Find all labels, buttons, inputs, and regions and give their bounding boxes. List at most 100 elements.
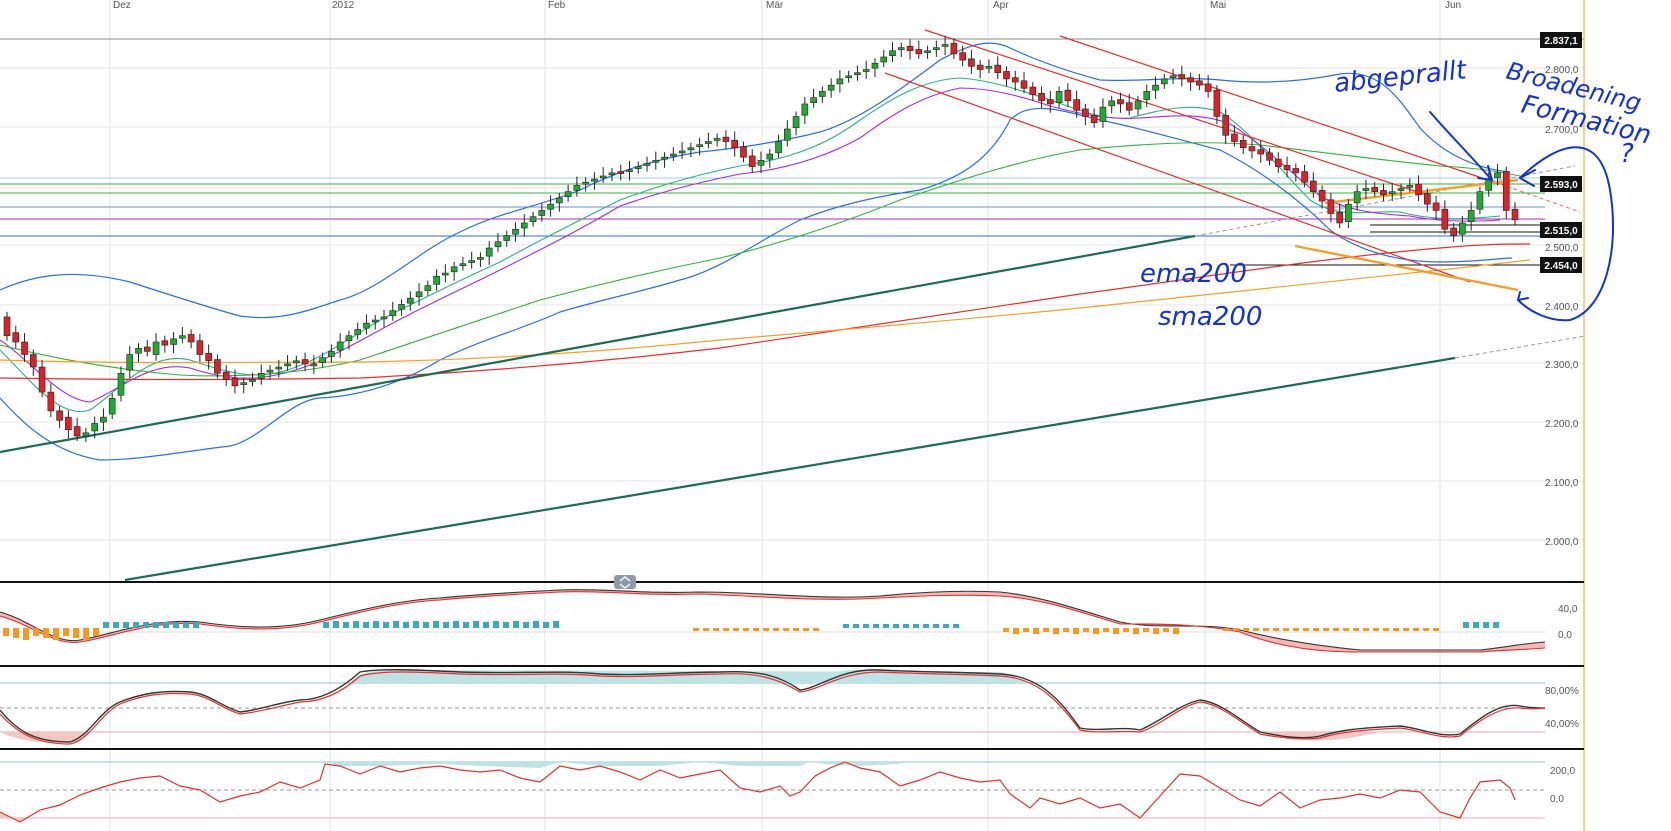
candle-body: [1406, 185, 1414, 188]
macd-histogram-bar: [1013, 628, 1019, 634]
candle-body: [573, 185, 581, 191]
candle-body: [91, 423, 98, 432]
candle-body: [1459, 222, 1466, 235]
candle-body: [1143, 91, 1151, 100]
macd-histogram-bar: [1413, 628, 1419, 631]
y-tick-2500: 2.500,0: [1545, 243, 1579, 254]
candle-body: [38, 366, 46, 393]
stoch-fill-under: [0, 732, 1380, 743]
macd-histogram-bar: [713, 628, 719, 631]
macd-histogram-bar: [1273, 628, 1279, 631]
candle-body: [897, 47, 905, 50]
price-candles: [3, 35, 1519, 443]
macd-histogram-bar: [1403, 628, 1409, 631]
candle-body: [538, 210, 546, 216]
candle-body: [1362, 188, 1370, 191]
macd-histogram-bar: [433, 621, 439, 628]
candle-body: [757, 160, 765, 166]
candle-body: [82, 432, 90, 437]
month-label-maer: Mär: [766, 0, 784, 11]
macd-histogram-bar: [1363, 628, 1369, 631]
candle-body: [47, 391, 55, 412]
month-label-feb: Feb: [548, 0, 566, 11]
candle-body: [161, 340, 169, 346]
candle-body: [1511, 208, 1519, 221]
candle-body: [1038, 93, 1045, 102]
candle-body: [468, 260, 475, 263]
macd-histogram-bar: [913, 624, 919, 628]
candle-body: [1231, 133, 1238, 142]
macd-histogram-bar: [463, 622, 469, 628]
candle-body: [1450, 227, 1457, 236]
candle-body: [713, 138, 721, 141]
channel-line-1: [924, 29, 1431, 197]
macd-histogram-bar: [1423, 628, 1429, 631]
macd-histogram-bar: [1023, 628, 1029, 632]
macd-histogram-bar: [33, 628, 39, 636]
candle-body: [1397, 188, 1405, 191]
candle-body: [205, 352, 212, 362]
candle-body: [187, 334, 195, 343]
y-tick-2300: 2.300,0: [1545, 360, 1579, 371]
candle-body: [117, 372, 125, 396]
macd-histogram-bar: [333, 621, 339, 628]
candle-body: [1380, 190, 1387, 196]
candle-body: [100, 416, 107, 423]
macd-histogram-bar: [1053, 628, 1059, 634]
macd-histogram-bar: [853, 624, 859, 628]
macd-histogram-bar: [1173, 628, 1179, 634]
macd-histogram-bar: [553, 621, 559, 628]
candle-body: [1441, 208, 1449, 230]
candle-body: [1336, 212, 1343, 224]
sma200-line: [0, 259, 1531, 364]
candle-body: [1204, 83, 1212, 92]
candle-body: [634, 166, 642, 169]
candle-body: [740, 146, 747, 158]
y-tick-2100: 2.100,0: [1545, 478, 1579, 489]
candle-body: [1090, 114, 1098, 124]
candle-body: [30, 354, 37, 368]
annotation-question-mark: ?: [1620, 139, 1634, 169]
candle-body: [1388, 191, 1396, 194]
candle-body: [705, 141, 712, 144]
macd-histogram-bar: [1123, 628, 1129, 632]
candle-body: [1292, 168, 1300, 174]
candle-body: [608, 172, 616, 176]
cci-tick-0: 0,0: [1550, 794, 1564, 805]
candle-body: [1099, 106, 1107, 122]
y-tick-2000: 2.000,0: [1545, 537, 1579, 548]
macd-histogram-bar: [513, 621, 519, 628]
candle-body: [792, 116, 800, 129]
candle-body: [328, 351, 335, 357]
macd-histogram-bar: [1093, 628, 1099, 634]
candle-body: [1257, 149, 1265, 155]
candle-body: [231, 378, 239, 387]
candle-body: [319, 357, 326, 363]
macd-histogram-bar: [123, 622, 129, 628]
candle-body: [433, 275, 440, 285]
macd-histogram-bar: [943, 624, 949, 628]
candle-body: [1266, 152, 1273, 161]
macd-histogram-bar: [423, 622, 429, 628]
macd-histogram-bar: [1303, 628, 1309, 631]
macd-histogram-bar: [113, 622, 119, 628]
candle-body: [1117, 99, 1124, 105]
candle-body: [1467, 210, 1475, 223]
panel-resize-handle[interactable]: [614, 575, 636, 589]
candle-body: [1029, 86, 1037, 95]
uptrend-line-lower-extension: [1454, 335, 1586, 359]
candle-body: [722, 136, 730, 142]
candle-body: [1415, 183, 1422, 196]
macd-histogram-bar: [1383, 628, 1389, 631]
macd-histogram-bar: [1033, 628, 1039, 634]
annotation-abgeprallt: abgeprallt: [1333, 55, 1469, 99]
macd-histogram-bar: [1343, 628, 1349, 631]
candle-body: [73, 426, 81, 437]
macd-histogram-bar: [893, 624, 899, 628]
candle-body: [12, 332, 20, 343]
macd-histogram-bar: [753, 628, 759, 631]
candle-body: [415, 291, 423, 298]
candle-body: [310, 363, 318, 367]
macd-histogram-bar: [393, 621, 399, 628]
candle-body: [363, 322, 370, 329]
